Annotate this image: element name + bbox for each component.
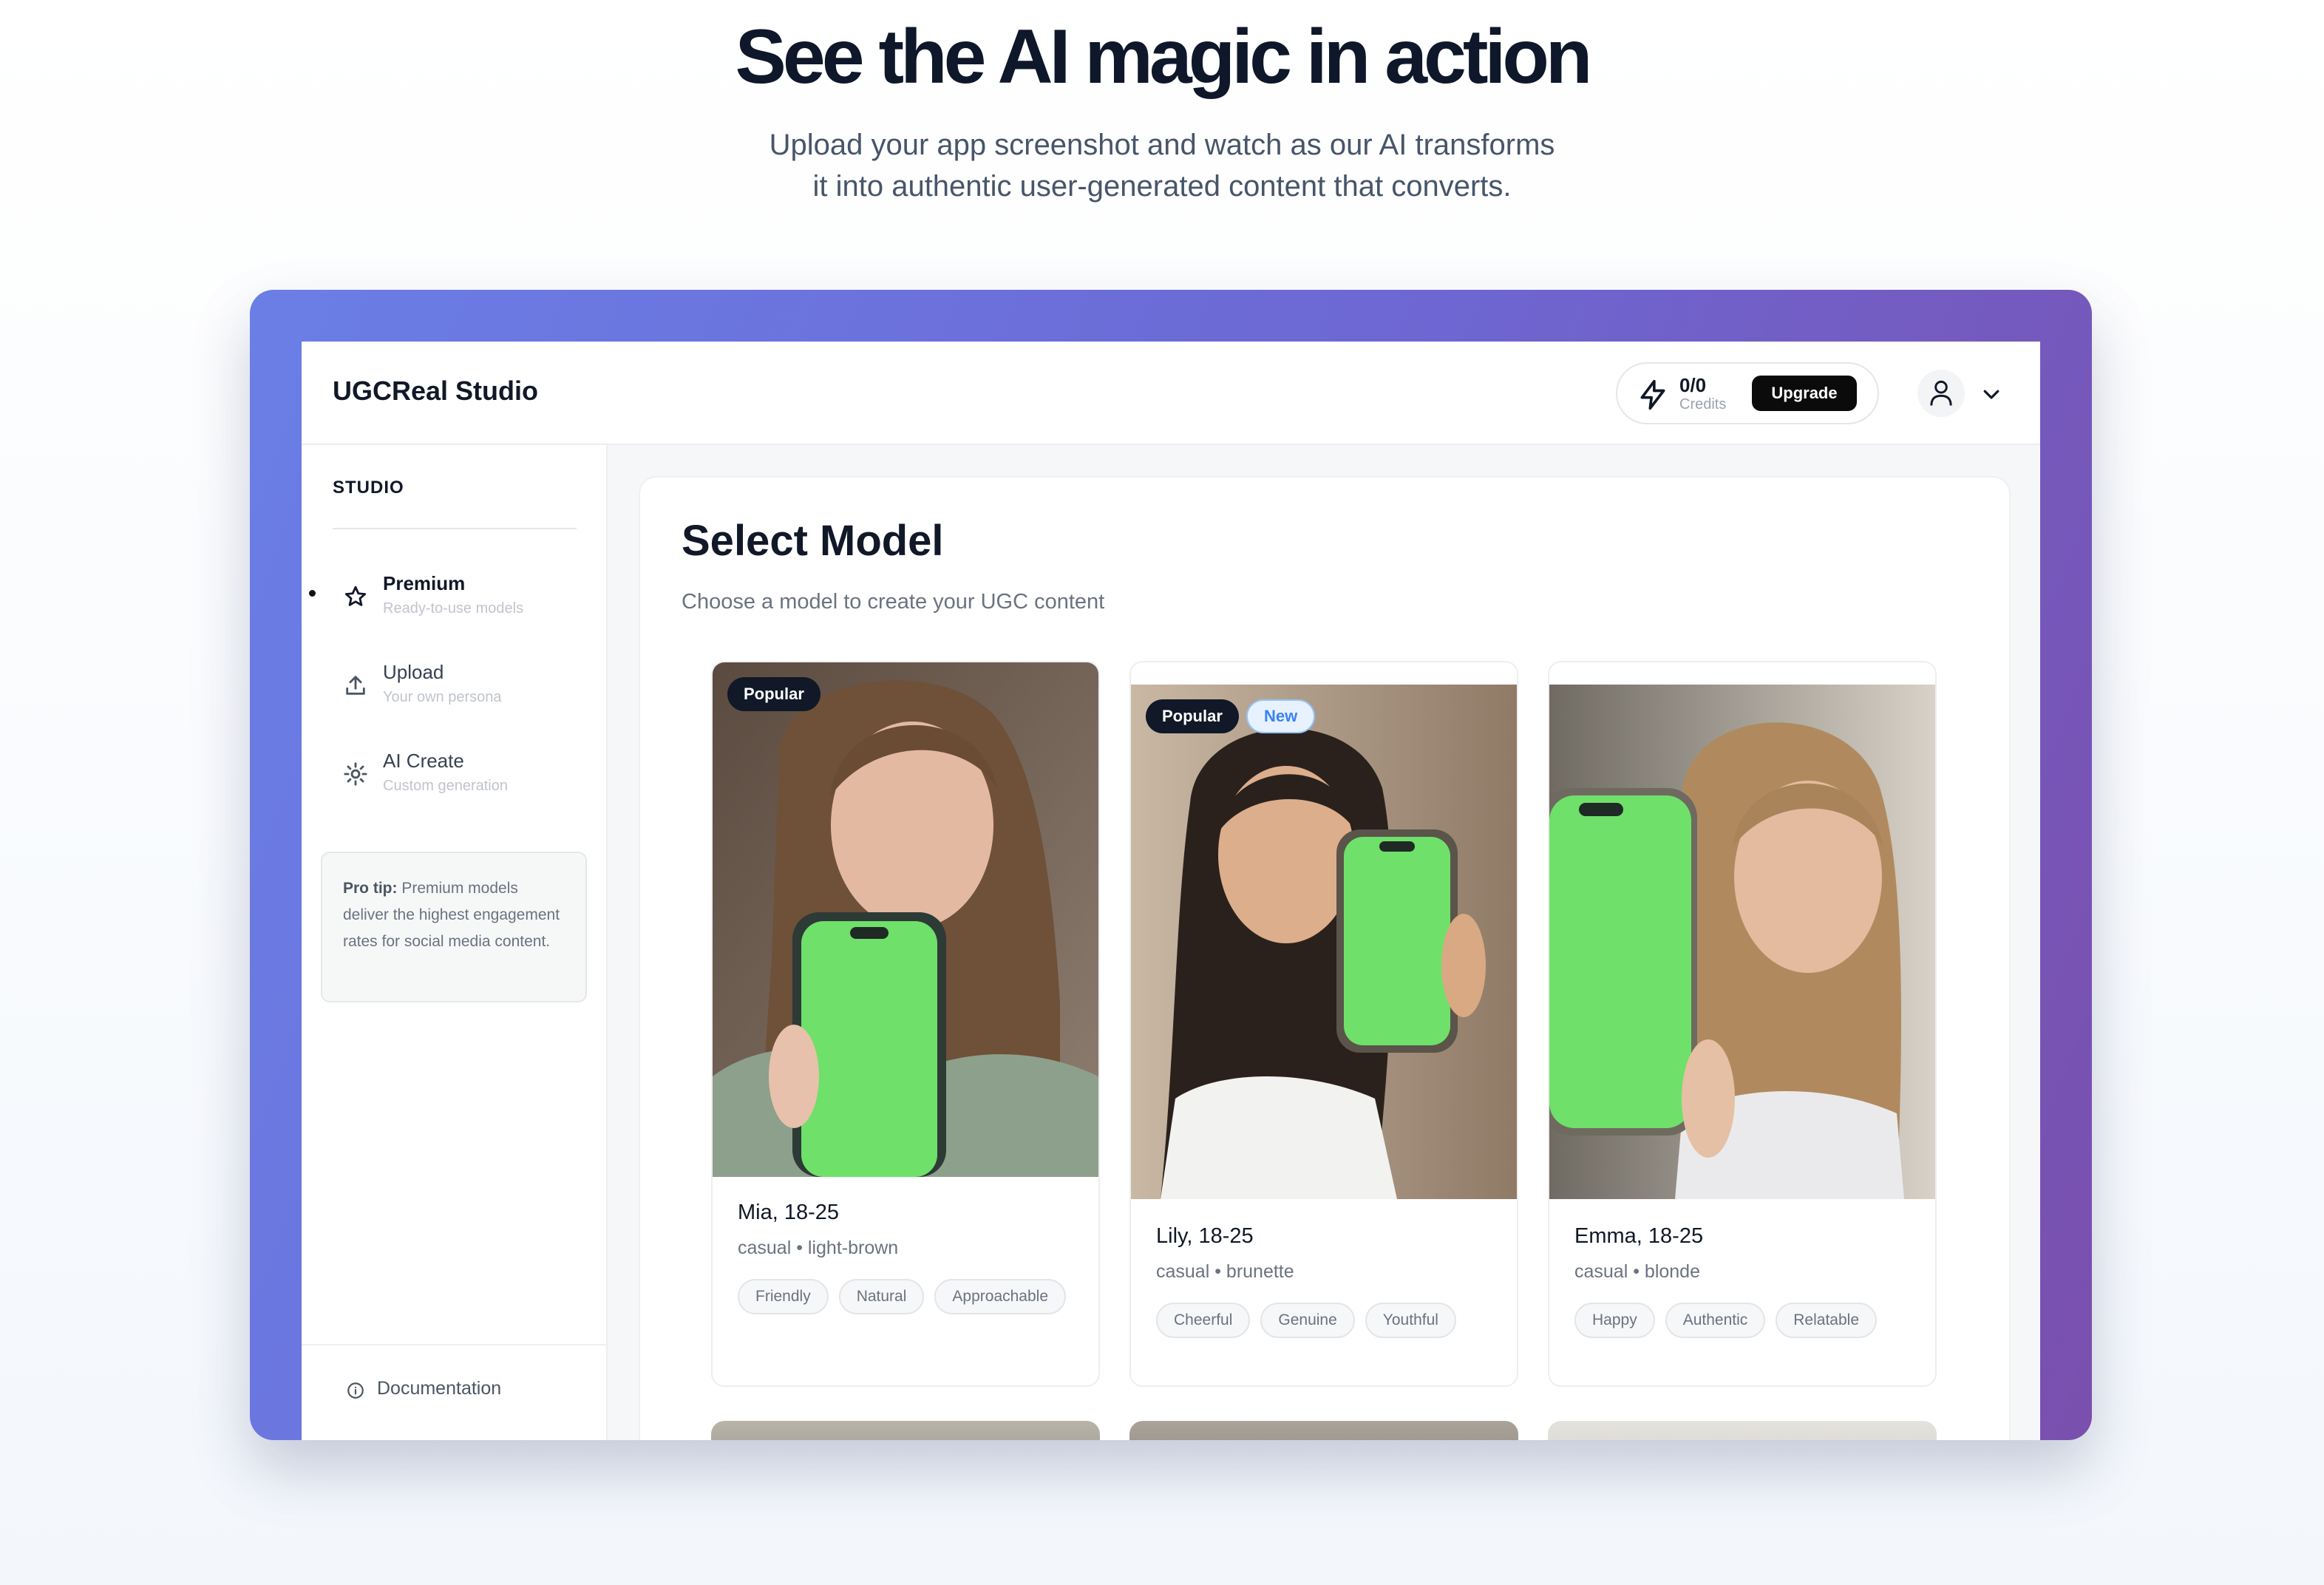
model-tag: Relatable — [1776, 1303, 1877, 1338]
credits-value: 0/0 — [1679, 374, 1707, 396]
sidebar: STUDIO Premium Ready-to-use models Uploa… — [302, 445, 608, 1440]
model-photo — [713, 662, 1098, 1177]
badge-popular: Popular — [1146, 699, 1239, 733]
credits-label: Credits — [1679, 396, 1727, 413]
model-tag: Friendly — [738, 1279, 829, 1314]
user-icon — [1930, 380, 1952, 406]
badge-popular: Popular — [727, 677, 820, 711]
model-meta: casual • brunette — [1156, 1261, 1294, 1282]
hero-subtitle-line-1: Upload your app screenshot and watch as … — [769, 129, 1555, 161]
model-card-lily[interactable]: Popular New Lily, 18-25 casual • brunett… — [1129, 661, 1518, 1387]
model-card-mia[interactable]: Popular Mia, 18-25 casual • light-brown … — [711, 661, 1100, 1387]
info-icon — [347, 1382, 364, 1399]
page-title: Select Model — [682, 517, 944, 565]
model-select-panel: Select Model Choose a model to create yo… — [639, 476, 2011, 1440]
sidebar-item-title: Upload — [383, 661, 444, 683]
app-preview-frame: UGCReal Studio 0/0 Credits Upgrade STUDI… — [250, 290, 2092, 1440]
model-photo — [1549, 685, 1935, 1199]
model-card-emma[interactable]: Emma, 18-25 casual • blonde Happy Authen… — [1548, 661, 1937, 1387]
top-bar: UGCReal Studio 0/0 Credits Upgrade — [302, 342, 2040, 445]
model-card-partial[interactable] — [1129, 1421, 1518, 1440]
model-tag: Genuine — [1260, 1303, 1355, 1338]
sidebar-item-upload[interactable]: Upload Your own persona — [302, 651, 608, 724]
model-tags: Cheerful Genuine Youthful — [1156, 1303, 1496, 1338]
sidebar-section-label: STUDIO — [333, 478, 404, 498]
pro-tip-box: Pro tip: Premium models deliver the high… — [321, 852, 587, 1002]
model-tag: Happy — [1574, 1303, 1655, 1338]
model-tags: Happy Authentic Relatable — [1574, 1303, 1914, 1338]
model-card-partial[interactable] — [711, 1421, 1100, 1440]
model-meta: casual • light-brown — [738, 1238, 899, 1258]
badge-new: New — [1246, 699, 1316, 733]
model-name: Emma, 18-25 — [1574, 1224, 1704, 1248]
brand-name: UGCReal Studio — [333, 376, 539, 406]
sidebar-footer-divider — [302, 1344, 608, 1345]
model-tag: Cheerful — [1156, 1303, 1251, 1338]
model-tag: Authentic — [1665, 1303, 1766, 1338]
credits-widget: 0/0 Credits Upgrade — [1616, 362, 1879, 424]
sidebar-divider — [333, 528, 577, 529]
sidebar-item-premium[interactable]: Premium Ready-to-use models — [302, 562, 608, 636]
hero-subtitle: Upload your app screenshot and watch as … — [0, 124, 2324, 207]
model-card-partial[interactable] — [1548, 1421, 1937, 1440]
sidebar-item-ai-create[interactable]: AI Create Custom generation — [302, 739, 608, 813]
model-tags: Friendly Natural Approachable — [738, 1279, 1078, 1314]
lightning-icon — [1640, 379, 1665, 410]
active-indicator — [309, 590, 316, 597]
model-tag: Youthful — [1365, 1303, 1456, 1338]
model-tag: Natural — [838, 1279, 925, 1314]
star-icon — [344, 586, 367, 606]
sidebar-item-title: AI Create — [383, 750, 464, 772]
hero-title: See the AI magic in action — [735, 14, 1593, 100]
model-meta: casual • blonde — [1574, 1261, 1700, 1282]
user-avatar[interactable] — [1917, 370, 1965, 417]
model-tag: Approachable — [934, 1279, 1067, 1314]
sidebar-item-title: Premium — [383, 572, 466, 594]
pro-tip-heading: Pro tip: — [343, 880, 398, 897]
model-photo — [1131, 685, 1517, 1199]
model-name: Mia, 18-25 — [738, 1201, 840, 1224]
page-subtitle: Choose a model to create your UGC conten… — [682, 590, 1105, 614]
upload-icon — [346, 676, 365, 695]
sidebar-item-desc: Ready-to-use models — [383, 600, 524, 617]
model-name: Lily, 18-25 — [1156, 1224, 1254, 1248]
hero-subtitle-line-2: it into authentic user-generated content… — [812, 170, 1512, 203]
documentation-link-label: Documentation — [377, 1378, 502, 1399]
sparkle-icon — [344, 762, 367, 786]
sidebar-item-desc: Custom generation — [383, 778, 508, 794]
chevron-down-icon[interactable] — [1980, 383, 2003, 405]
app-window: UGCReal Studio 0/0 Credits Upgrade STUDI… — [302, 342, 2040, 1440]
upgrade-button[interactable]: Upgrade — [1752, 376, 1857, 411]
sidebar-item-desc: Your own persona — [383, 689, 502, 705]
